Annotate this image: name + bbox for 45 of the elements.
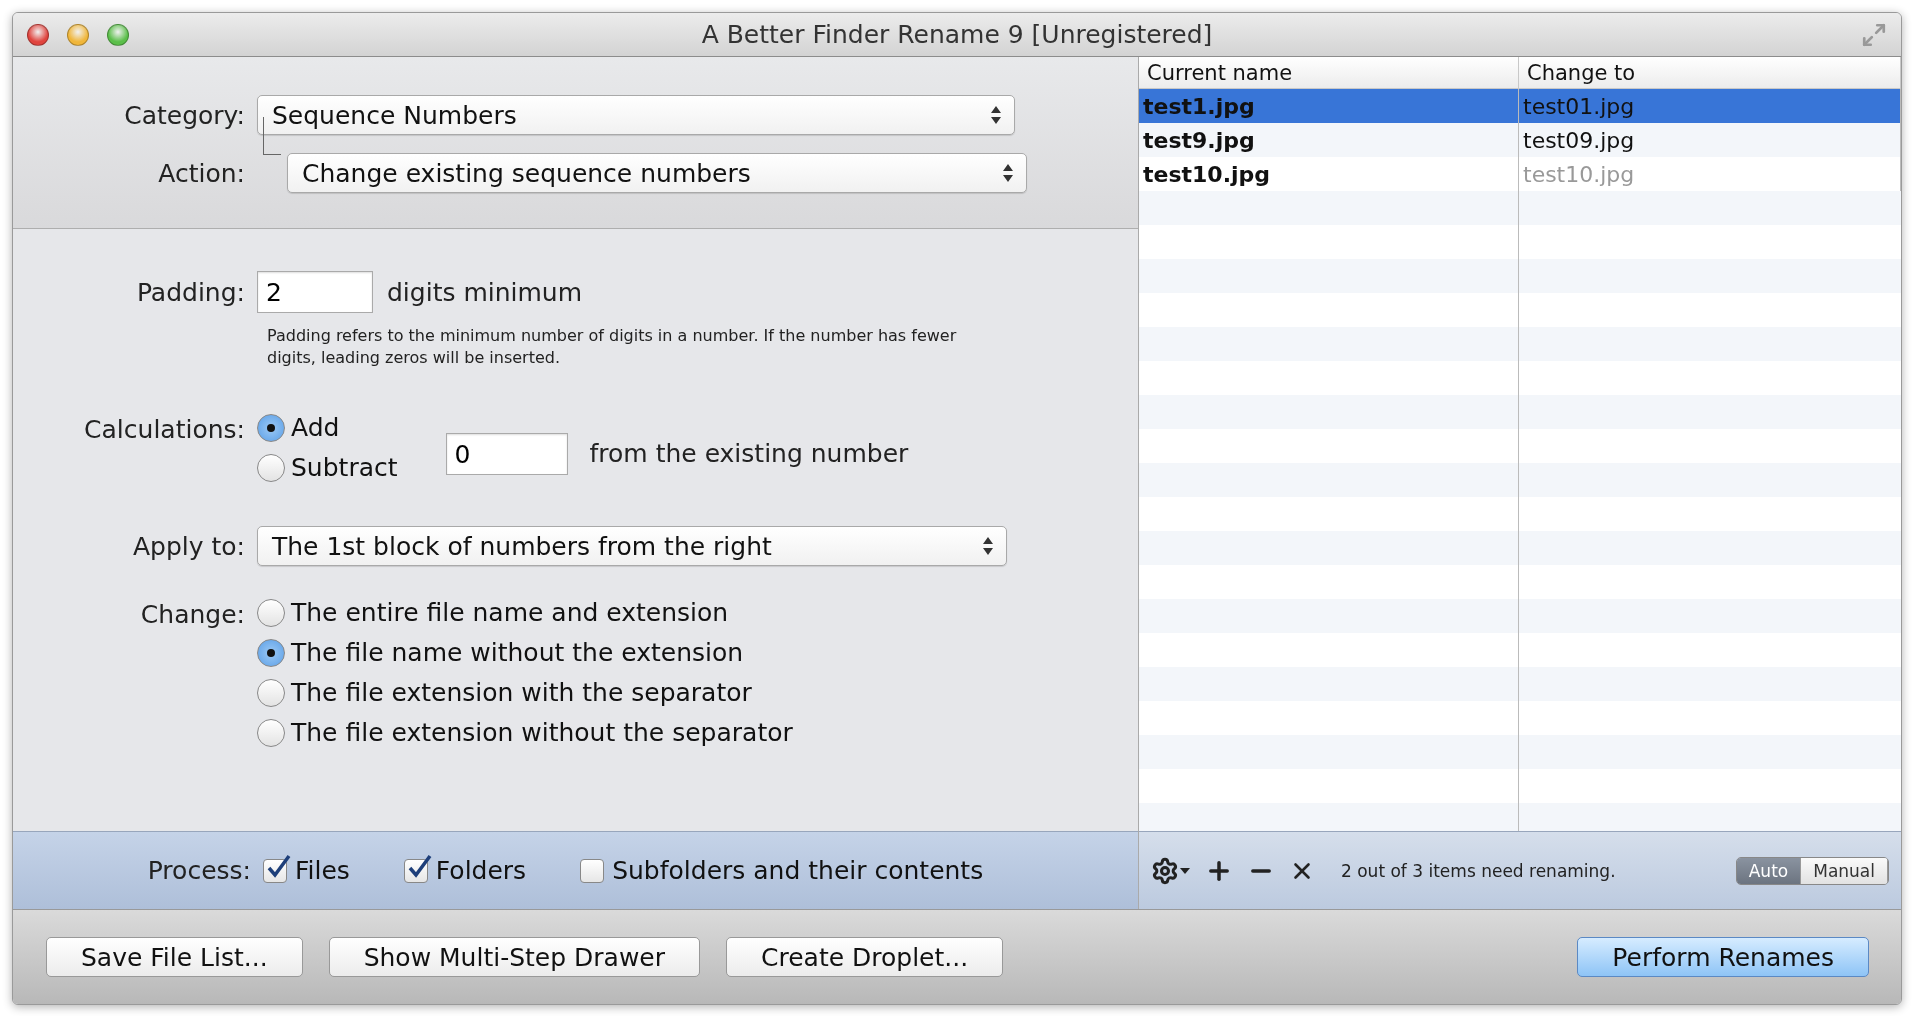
field-label: Calculations: [83,415,246,444]
checkbox-option[interactable]: Subfolders and their contents [580,856,984,885]
field-label: Action: [157,158,246,188]
minimize-button[interactable] [67,23,89,46]
settings-icon[interactable] [1151,856,1191,885]
zoom-button[interactable] [107,23,129,46]
window-title: A Better Finder Rename 9 [Unregistered] [701,20,1213,49]
apply-to-popup[interactable]: The 1st block of numbers from the right [257,526,1007,566]
field-label: Process: [146,856,252,885]
checkbox-option[interactable]: Folders [403,856,527,885]
mode-toggle[interactable]: Auto [1736,857,1802,884]
field-label: Padding: [135,277,246,307]
padding-field[interactable]: 2 [257,271,373,313]
radio-option[interactable]: The file name without the extension [257,638,793,667]
table-cell: test01.jpg [1519,89,1901,123]
action-button[interactable]: Show Multi-Step Drawer [328,937,700,977]
radio-option[interactable]: The file extension with the separator [257,678,793,707]
suffix-text: digits minimum [387,277,583,307]
action-popup[interactable]: Change existing sequence numbers [287,153,1027,193]
table-cell: test09.jpg [1519,123,1901,157]
amount-field[interactable]: 0 [445,433,568,475]
default-button[interactable]: Perform Renames [1577,937,1869,977]
radio-option[interactable]: Subtract [257,453,398,482]
table-cell: test9.jpg [1139,123,1519,157]
mode-toggle[interactable]: Manual [1801,857,1888,884]
column-header[interactable]: Current name [1139,57,1519,89]
column-header[interactable]: Change to [1519,57,1901,89]
field-label: Category: [123,100,246,130]
checkbox-option[interactable]: Files [263,856,350,885]
radio-option[interactable]: The file extension without the separator [257,718,793,747]
action-button[interactable]: Save File List... [46,937,303,977]
table-cell: test1.jpg [1139,89,1519,123]
stepper-arrows-icon [990,104,1002,126]
stepper-arrows-icon [982,535,994,557]
help-text: Padding refers to the minimum number of digits in a number. If the number has fewer digits, leading zeros will be inserted. [267,325,958,369]
action-button[interactable]: Create Droplet... [726,937,1004,977]
stepper-arrows-icon [1002,162,1014,184]
field-label: Change: [139,600,246,629]
suffix-text: from the existing number [589,439,909,468]
radio-option[interactable]: The entire file name and extension [257,598,793,627]
close-button[interactable] [27,23,49,46]
category-popup[interactable]: Sequence Numbers [257,95,1015,135]
field-label: Apply to: [131,531,246,561]
radio-option[interactable]: Add [257,413,398,442]
status-text: 2 out of 3 items need renaming. [1341,860,1617,881]
